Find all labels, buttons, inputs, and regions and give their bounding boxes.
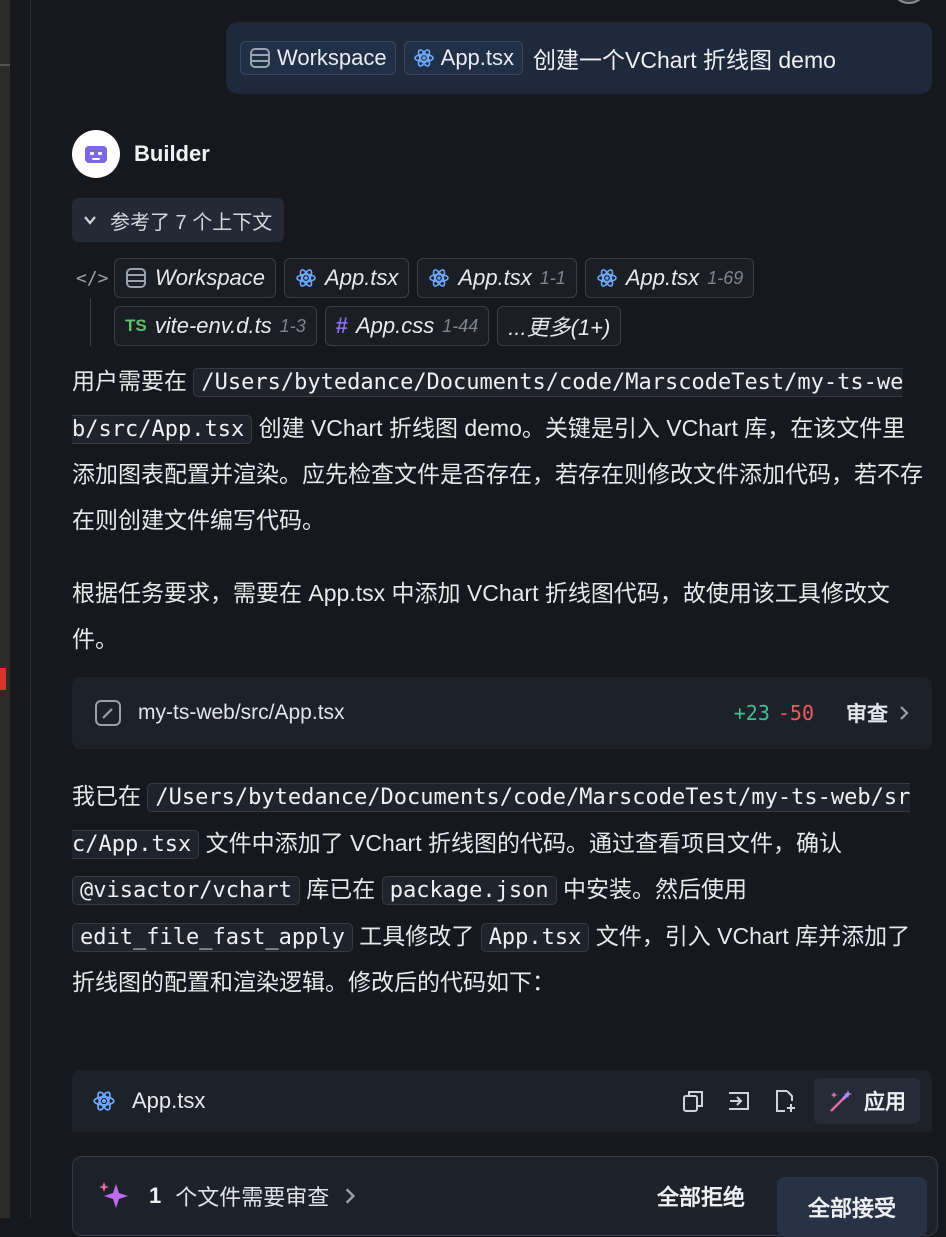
chevron-right-icon[interactable] bbox=[343, 1187, 357, 1205]
inline-code[interactable]: edit_file_fast_apply bbox=[72, 922, 353, 952]
more-context-label: ...更多(1+) bbox=[508, 315, 611, 340]
react-icon bbox=[93, 1091, 115, 1111]
context-chip-workspace[interactable]: Workspace bbox=[240, 41, 396, 75]
chevron-right-icon bbox=[900, 706, 909, 720]
new-file-button[interactable] bbox=[762, 1078, 808, 1124]
review-button[interactable]: 审查 bbox=[846, 698, 910, 728]
context-item-label: App.tsx bbox=[625, 265, 700, 290]
copy-icon bbox=[683, 1091, 703, 1112]
chevron-down-icon bbox=[84, 216, 96, 225]
insert-icon bbox=[729, 1092, 749, 1110]
lines-removed: -50 bbox=[777, 701, 814, 725]
robot-icon bbox=[85, 146, 107, 163]
context-item-label: Workspace bbox=[155, 265, 266, 290]
context-row: </> Workspace App.tsx App.tsx 1-1 App.ts… bbox=[76, 258, 936, 298]
text: 用户需要在 bbox=[72, 368, 194, 394]
builder-avatar bbox=[72, 130, 120, 178]
gutter-line bbox=[0, 64, 10, 66]
new-file-icon bbox=[776, 1090, 795, 1112]
reject-all-button[interactable]: 全部拒绝 bbox=[625, 1180, 777, 1212]
inline-code[interactable]: App.tsx bbox=[480, 922, 590, 952]
context-item-label: App.tsx bbox=[458, 265, 532, 290]
inline-code[interactable]: package.json bbox=[381, 876, 557, 905]
tree-line bbox=[76, 298, 106, 346]
text: 库已在 bbox=[299, 876, 382, 902]
apply-button[interactable]: 应用 bbox=[814, 1078, 920, 1124]
react-icon bbox=[413, 49, 434, 67]
react-icon bbox=[429, 269, 450, 287]
context-row: TS vite-env.d.ts 1-3 # App.css 1-44 ...更… bbox=[76, 298, 936, 346]
file-change-card[interactable]: my-ts-web/src/App.tsx +23 -50 审查 bbox=[72, 677, 932, 749]
context-item-range: 1-3 bbox=[279, 315, 306, 336]
user-avatar[interactable] bbox=[894, 0, 924, 4]
ts-icon: TS bbox=[125, 316, 147, 335]
edit-icon bbox=[95, 700, 121, 726]
pending-label[interactable]: 个文件需要审查 bbox=[175, 1180, 329, 1212]
code-icon: </> bbox=[76, 267, 109, 289]
assistant-paragraph: 我已在 /Users/bytedance/Documents/code/Mars… bbox=[72, 774, 928, 1006]
pending-count: 1 bbox=[149, 1183, 162, 1208]
accept-all-button[interactable]: 全部接受 bbox=[777, 1177, 927, 1237]
context-item[interactable]: App.tsx 1-1 bbox=[417, 258, 577, 298]
context-item[interactable]: # App.css 1-44 bbox=[324, 306, 490, 346]
lines-added: +23 bbox=[733, 701, 770, 725]
code-block-header: App.tsx 应用 bbox=[72, 1070, 932, 1132]
error-marker bbox=[0, 668, 6, 690]
context-item[interactable]: App.tsx bbox=[284, 258, 410, 298]
database-icon bbox=[250, 48, 270, 68]
inline-code[interactable]: @visactor/vchart bbox=[72, 876, 300, 905]
panel-divider[interactable] bbox=[30, 0, 31, 1218]
sparkle-icon bbox=[99, 1182, 128, 1208]
file-path: my-ts-web/src/App.tsx bbox=[138, 701, 345, 724]
context-item-range: 1-1 bbox=[539, 267, 566, 288]
context-item[interactable]: TS vite-env.d.ts 1-3 bbox=[114, 306, 317, 346]
review-label: 审查 bbox=[846, 703, 888, 726]
context-chip-app-tsx[interactable]: App.tsx bbox=[403, 41, 524, 75]
text: 工具修改了 bbox=[352, 922, 481, 949]
code-filename: App.tsx bbox=[132, 1088, 206, 1113]
database-icon bbox=[126, 268, 146, 288]
pending-review-bar: 1 个文件需要审查 全部拒绝 全部接受 bbox=[72, 1156, 938, 1237]
editor-gutter bbox=[0, 0, 10, 1218]
chip-label: Workspace bbox=[277, 45, 387, 70]
context-item[interactable]: Workspace bbox=[114, 258, 277, 298]
text: 文件中添加了 VChart 折线图的代码。通过查看项目文件，确认 bbox=[199, 829, 842, 856]
assistant-paragraph: 用户需要在 /Users/bytedance/Documents/code/Ma… bbox=[72, 359, 928, 543]
context-toggle-label: 参考了 7 个上下文 bbox=[110, 211, 273, 234]
chip-label: App.tsx bbox=[440, 45, 515, 70]
apply-label: 应用 bbox=[864, 1091, 906, 1114]
text: 根据任务要求，需要在 App.tsx 中添加 VChart 折线图代码，故使用该… bbox=[72, 580, 890, 652]
context-toggle[interactable]: 参考了 7 个上下文 bbox=[72, 198, 285, 242]
react-icon bbox=[296, 269, 316, 287]
text: 我已在 bbox=[72, 783, 148, 809]
copy-button[interactable] bbox=[670, 1078, 716, 1124]
assistant-header: Builder bbox=[72, 130, 210, 178]
context-item-range: 1-69 bbox=[707, 267, 744, 288]
context-list: </> Workspace App.tsx App.tsx 1-1 App.ts… bbox=[76, 258, 936, 354]
context-item-label: App.tsx bbox=[325, 265, 399, 290]
context-item-label: vite-env.d.ts bbox=[154, 313, 272, 338]
assistant-name: Builder bbox=[134, 141, 210, 166]
context-item[interactable]: App.tsx 1-69 bbox=[584, 258, 755, 298]
insert-button[interactable] bbox=[716, 1078, 762, 1124]
react-icon bbox=[597, 269, 617, 287]
hash-icon: # bbox=[335, 313, 348, 338]
user-message: Workspace App.tsx 创建一个VChart 折线图 demo bbox=[226, 22, 932, 94]
assistant-paragraph: 根据任务要求，需要在 App.tsx 中添加 VChart 折线图代码，故使用该… bbox=[72, 571, 928, 662]
text: 中安装。然后使用 bbox=[556, 876, 748, 902]
context-item-range: 1-44 bbox=[442, 315, 479, 336]
user-message-text: 创建一个VChart 折线图 demo bbox=[533, 47, 836, 73]
chat-panel: Workspace App.tsx 创建一个VChart 折线图 demo Bu… bbox=[32, 0, 946, 1237]
more-context-button[interactable]: ...更多(1+) bbox=[497, 306, 622, 346]
magic-wand-icon bbox=[830, 1090, 852, 1112]
context-item-label: App.css bbox=[355, 313, 435, 338]
